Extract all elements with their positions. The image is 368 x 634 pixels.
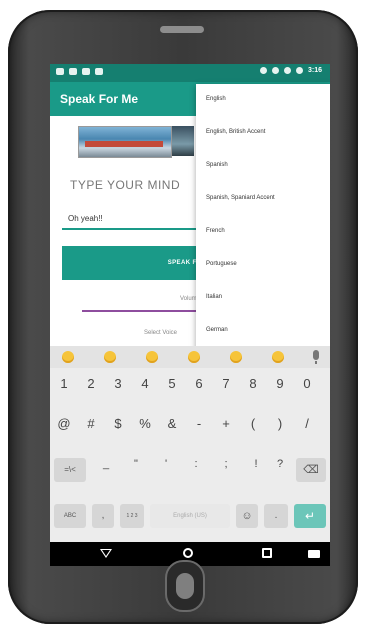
- dropdown-item-german[interactable]: German: [206, 327, 228, 333]
- key-0[interactable]: 0: [297, 376, 317, 391]
- dropdown-item-english-british[interactable]: English, British Accent: [206, 129, 265, 135]
- banner-image-secondary: [172, 126, 194, 156]
- notification-icon: [82, 68, 90, 75]
- key-5[interactable]: 5: [162, 376, 182, 391]
- key-exclamation[interactable]: !: [246, 458, 266, 470]
- key-ampersand[interactable]: &: [162, 416, 182, 431]
- key-period[interactable]: .: [264, 504, 288, 528]
- emoji-key-icon[interactable]: ☺: [236, 504, 258, 528]
- back-icon[interactable]: [100, 549, 112, 558]
- key-percent[interactable]: %: [135, 416, 155, 431]
- dropdown-item-portuguese[interactable]: Portuguese: [206, 261, 237, 267]
- key-hash[interactable]: #: [81, 416, 101, 431]
- key-abc[interactable]: ABC: [54, 504, 86, 528]
- key-semicolon[interactable]: ;: [216, 458, 236, 470]
- key-at[interactable]: @: [54, 416, 74, 431]
- banner-strip: [85, 141, 163, 147]
- emoji-icon[interactable]: [146, 351, 158, 363]
- dropdown-item-spanish-spaniard[interactable]: Spanish, Spaniard Accent: [206, 195, 275, 201]
- key-comma[interactable]: ,: [92, 504, 114, 528]
- speech-text-input[interactable]: Oh yeah!!: [62, 210, 202, 230]
- notification-icons: [56, 68, 103, 75]
- status-bar: 3:16: [50, 64, 330, 82]
- status-time: 3:16: [307, 67, 322, 74]
- dropdown-item-french[interactable]: French: [206, 228, 225, 234]
- key-6[interactable]: 6: [189, 376, 209, 391]
- hardware-home-button[interactable]: [165, 560, 205, 612]
- key-close-paren[interactable]: ): [270, 416, 290, 431]
- emoji-icon[interactable]: [104, 351, 116, 363]
- wifi-icon: [271, 67, 279, 74]
- emoji-icon[interactable]: [230, 351, 242, 363]
- mic-icon[interactable]: [313, 350, 319, 364]
- recent-apps-icon[interactable]: [262, 548, 272, 558]
- key-1[interactable]: 1: [54, 376, 74, 391]
- keyboard: 1 2 3 4 5 6 7 8 9 0 @ # $ % & - + ( ) / …: [50, 346, 330, 542]
- emoji-icon[interactable]: [188, 351, 200, 363]
- key-minus[interactable]: -: [189, 416, 209, 431]
- signal-icon: [283, 67, 291, 74]
- key-slash[interactable]: /: [297, 416, 317, 431]
- key-question[interactable]: ?: [270, 458, 290, 470]
- key-colon[interactable]: :: [186, 458, 206, 470]
- key-open-paren[interactable]: (: [243, 416, 263, 431]
- key-underscore[interactable]: _: [96, 458, 116, 470]
- enter-key[interactable]: ↵: [294, 504, 326, 528]
- key-4[interactable]: 4: [135, 376, 155, 391]
- alarm-icon: [259, 67, 267, 74]
- key-double-quote[interactable]: ": [126, 458, 146, 470]
- dropdown-item-spanish[interactable]: Spanish: [206, 162, 228, 168]
- home-button-inner: [176, 573, 194, 599]
- system-icons: 3:16: [259, 67, 322, 74]
- key-7[interactable]: 7: [216, 376, 236, 391]
- dropdown-item-english[interactable]: English: [206, 96, 226, 102]
- key-3[interactable]: 3: [108, 376, 128, 391]
- key-fraction[interactable]: 1 2 3: [120, 504, 144, 528]
- key-plus[interactable]: +: [216, 416, 236, 431]
- backspace-icon[interactable]: ⌫: [296, 458, 326, 482]
- screen: 3:16 Speak For Me TYPE YOUR MIND Oh yeah…: [50, 64, 330, 566]
- select-voice-label: Select Voice: [144, 330, 178, 336]
- notification-icon: [95, 68, 103, 75]
- emoji-icon[interactable]: [272, 351, 284, 363]
- banner-image: [78, 126, 172, 158]
- emoji-icon[interactable]: [62, 351, 74, 363]
- key-single-quote[interactable]: ': [156, 458, 176, 470]
- voice-dropdown-menu: English English, British Accent Spanish …: [196, 84, 330, 354]
- speaker-grille: [160, 26, 204, 33]
- key-2[interactable]: 2: [81, 376, 101, 391]
- space-bar[interactable]: English (US): [150, 504, 230, 528]
- emoji-suggestion-row: [50, 346, 330, 368]
- app-title: Speak For Me: [60, 92, 139, 106]
- dropdown-item-italian[interactable]: Italian: [206, 294, 222, 300]
- home-icon[interactable]: [183, 548, 193, 558]
- key-9[interactable]: 9: [270, 376, 290, 391]
- key-8[interactable]: 8: [243, 376, 263, 391]
- keyboard-switch-icon[interactable]: [308, 550, 320, 558]
- notification-icon: [56, 68, 64, 75]
- heading: TYPE YOUR MIND: [70, 178, 181, 192]
- key-more-symbols[interactable]: =\<: [54, 458, 86, 482]
- notification-icon: [69, 68, 77, 75]
- key-dollar[interactable]: $: [108, 416, 128, 431]
- battery-icon: [295, 67, 303, 74]
